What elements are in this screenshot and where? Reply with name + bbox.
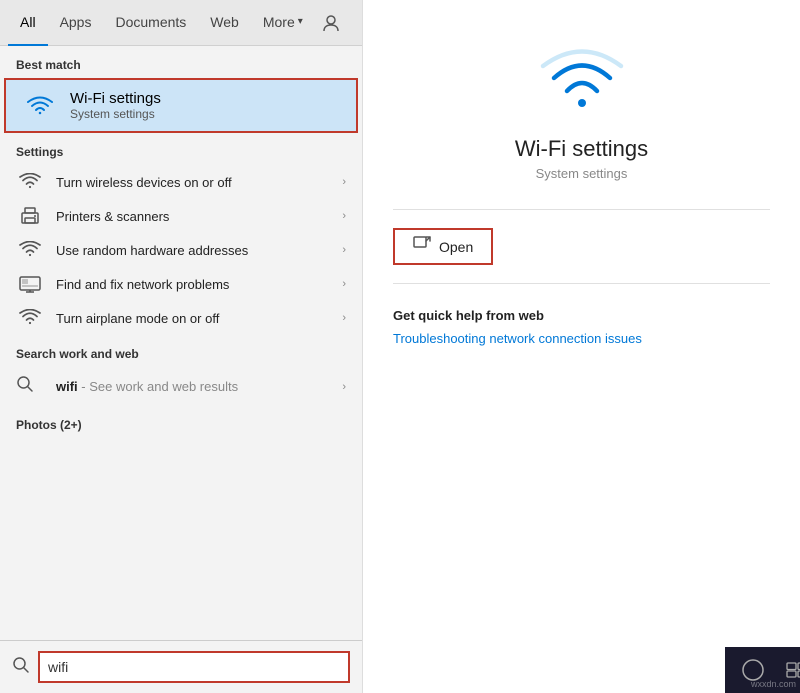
wireless-icon <box>16 173 44 191</box>
search-box-container <box>0 640 362 693</box>
chevron-icon-2: › <box>342 210 346 222</box>
best-match-item[interactable]: Wi-Fi settings System settings <box>4 78 358 133</box>
divider-1 <box>393 209 770 210</box>
web-section-label: Search work and web <box>0 335 362 367</box>
results-area: Best match Wi-Fi settings System setting… <box>0 46 362 640</box>
printer-icon <box>16 207 44 225</box>
network-problems-label: Find and fix network problems <box>56 277 330 292</box>
chevron-icon-5: › <box>342 312 346 324</box>
network-problems-icon <box>16 275 44 293</box>
right-panel-subtitle: System settings <box>393 166 770 181</box>
random-hw-label: Use random hardware addresses <box>56 243 330 258</box>
tab-apps[interactable]: Apps <box>48 0 104 46</box>
tab-more[interactable]: More ▾ <box>251 0 315 46</box>
wireless-label: Turn wireless devices on or off <box>56 175 330 190</box>
settings-item-network-problems[interactable]: Find and fix network problems › <box>0 267 362 301</box>
tab-all[interactable]: All <box>8 0 48 46</box>
chevron-icon-web: › <box>342 381 346 393</box>
search-icon-bottom <box>12 656 30 679</box>
best-match-subtitle: System settings <box>70 107 161 121</box>
chevron-icon-3: › <box>342 244 346 256</box>
web-search-label: wifi - See work and web results <box>56 379 238 394</box>
search-icon-web <box>16 375 44 398</box>
tab-documents[interactable]: Documents <box>103 0 198 46</box>
best-match-text: Wi-Fi settings System settings <box>70 90 161 121</box>
printers-label: Printers & scanners <box>56 209 330 224</box>
best-match-title: Wi-Fi settings <box>70 90 161 107</box>
chevron-icon-4: › <box>342 278 346 290</box>
random-hw-icon <box>16 241 44 259</box>
wifi-icon-large <box>393 40 770 120</box>
right-content: Wi-Fi settings System settings Open Get … <box>363 0 800 693</box>
tab-web[interactable]: Web <box>198 0 251 46</box>
search-input[interactable] <box>38 651 350 683</box>
quick-help-label: Get quick help from web <box>393 308 544 323</box>
settings-item-printers[interactable]: Printers & scanners › <box>0 199 362 233</box>
search-panel: All Apps Documents Web More ▾ <box>0 0 362 693</box>
settings-item-random-hw[interactable]: Use random hardware addresses › <box>0 233 362 267</box>
photos-section-label: Photos (2+) <box>0 406 362 438</box>
web-search-item[interactable]: wifi - See work and web results › <box>0 367 362 406</box>
right-panel-title: Wi-Fi settings <box>393 136 770 162</box>
airplane-icon <box>16 309 44 327</box>
divider-2 <box>393 283 770 284</box>
quick-help-link[interactable]: Troubleshooting network connection issue… <box>393 331 642 346</box>
open-icon <box>413 236 431 257</box>
wifi-svg-large <box>537 45 627 115</box>
person-icon-button[interactable] <box>315 7 347 39</box>
open-label: Open <box>439 239 473 255</box>
open-btn-container: Open <box>393 228 493 265</box>
open-button[interactable]: Open <box>393 228 493 265</box>
settings-item-airplane[interactable]: Turn airplane mode on or off › <box>0 301 362 335</box>
settings-item-wireless[interactable]: Turn wireless devices on or off › <box>0 165 362 199</box>
airplane-label: Turn airplane mode on or off <box>56 311 330 326</box>
best-match-label: Best match <box>0 46 362 78</box>
tab-bar: All Apps Documents Web More ▾ <box>0 0 362 46</box>
settings-section-label: Settings <box>0 133 362 165</box>
person-icon <box>322 14 340 32</box>
chevron-icon: › <box>342 176 346 188</box>
right-panel: Wi-Fi settings System settings Open Get … <box>362 0 800 693</box>
wifi-icon-best-match <box>22 95 58 117</box>
watermark: wxxdn.com <box>751 679 796 689</box>
